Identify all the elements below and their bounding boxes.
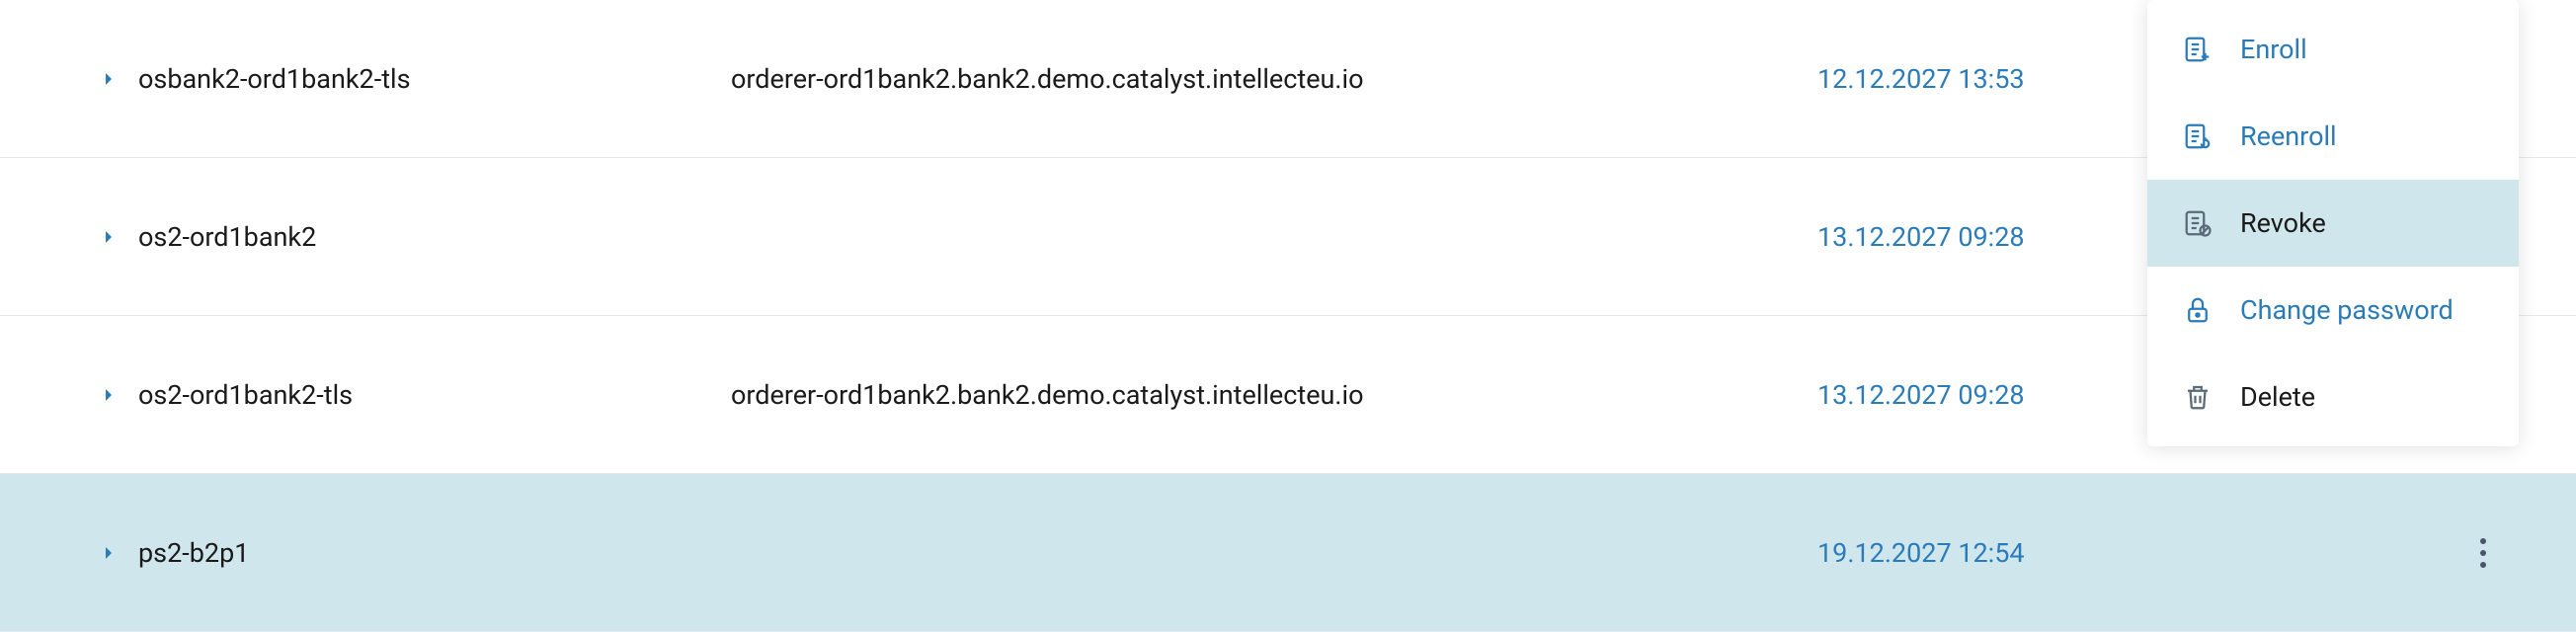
row-name: ps2-b2p1 bbox=[138, 537, 731, 569]
menu-item-label: Revoke bbox=[2240, 207, 2326, 239]
chevron-right-icon bbox=[101, 229, 117, 245]
row-host: orderer-ord1bank2.bank2.demo.catalyst.in… bbox=[731, 379, 1817, 411]
context-menu: Enroll Reenroll Revoke bbox=[2147, 0, 2519, 446]
menu-item-label: Reenroll bbox=[2240, 120, 2337, 152]
kebab-icon bbox=[2479, 537, 2487, 569]
menu-item-delete[interactable]: Delete bbox=[2147, 354, 2519, 440]
row-name: osbank2-ord1bank2-tls bbox=[138, 63, 731, 95]
expand-toggle[interactable] bbox=[101, 229, 117, 245]
row-name: os2-ord1bank2-tls bbox=[138, 379, 731, 411]
expand-toggle[interactable] bbox=[101, 545, 117, 561]
menu-item-enroll[interactable]: Enroll bbox=[2147, 6, 2519, 93]
revoke-icon bbox=[2183, 208, 2213, 238]
menu-item-label: Enroll bbox=[2240, 34, 2307, 65]
enroll-icon bbox=[2183, 35, 2213, 64]
chevron-right-icon bbox=[101, 387, 117, 403]
menu-item-label: Change password bbox=[2240, 294, 2454, 326]
expand-toggle[interactable] bbox=[101, 387, 117, 403]
menu-item-change-password[interactable]: Change password bbox=[2147, 267, 2519, 354]
row-name: os2-ord1bank2 bbox=[138, 221, 731, 253]
menu-item-reenroll[interactable]: Reenroll bbox=[2147, 93, 2519, 180]
table-row: ps2-b2p1 19.12.2027 12:54 bbox=[0, 474, 2576, 632]
row-actions-button[interactable] bbox=[2479, 537, 2487, 569]
expand-toggle[interactable] bbox=[101, 71, 117, 87]
row-date: 19.12.2027 12:54 bbox=[1817, 537, 2213, 569]
lock-icon bbox=[2183, 295, 2213, 325]
row-host: orderer-ord1bank2.bank2.demo.catalyst.in… bbox=[731, 63, 1817, 95]
menu-item-label: Delete bbox=[2240, 381, 2315, 413]
trash-icon bbox=[2183, 382, 2213, 412]
chevron-right-icon bbox=[101, 71, 117, 87]
menu-item-revoke[interactable]: Revoke bbox=[2147, 180, 2519, 267]
chevron-right-icon bbox=[101, 545, 117, 561]
reenroll-icon bbox=[2183, 121, 2213, 151]
